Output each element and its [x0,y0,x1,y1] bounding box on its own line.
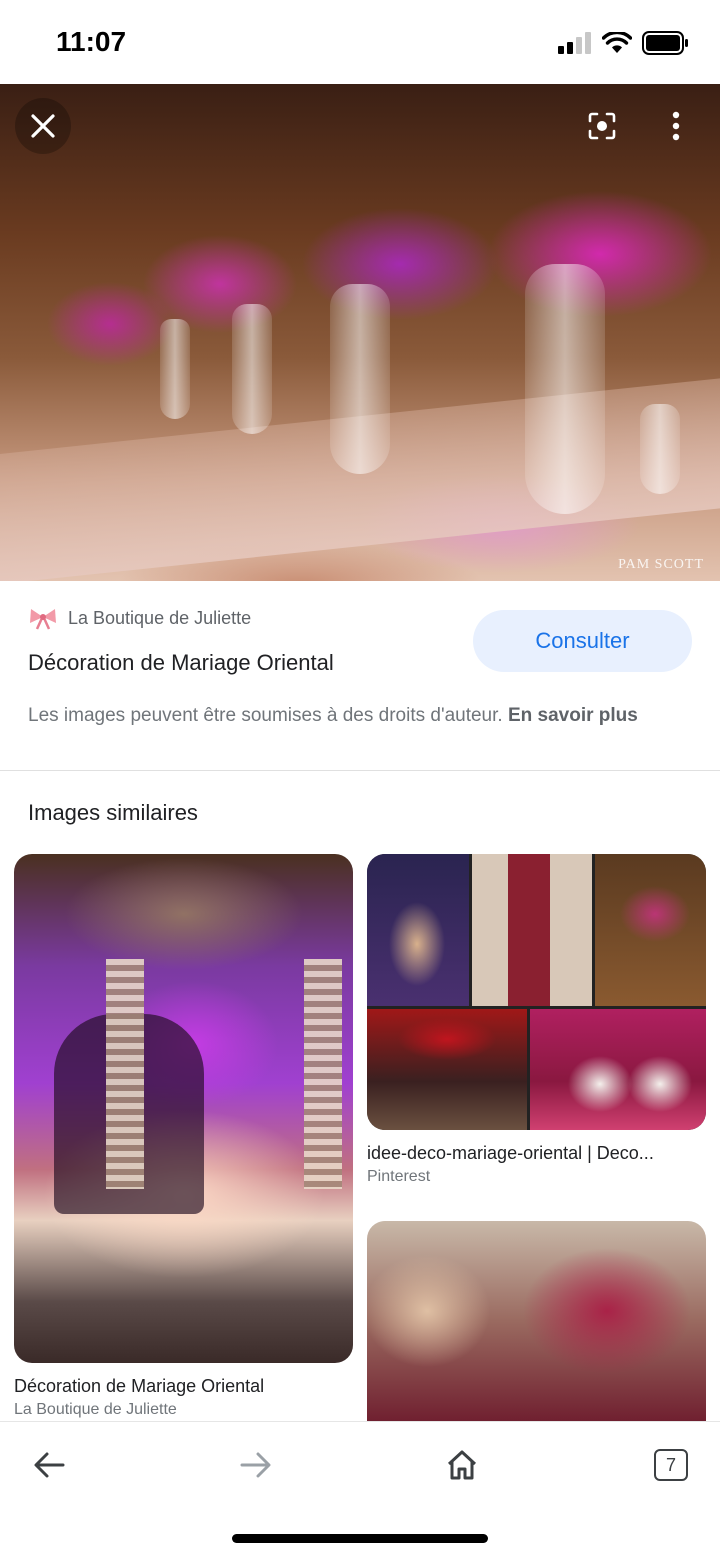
status-bar: 11:07 [0,0,720,84]
home-indicator[interactable] [232,1534,488,1543]
similar-image-2[interactable] [367,854,706,1130]
collage-tile [367,854,469,1006]
image-pillar [106,959,144,1189]
back-arrow-icon [34,1452,65,1478]
wifi-icon [602,32,632,53]
image-vase [330,284,390,474]
collage-tile [530,1009,706,1130]
image-vase [232,304,272,434]
copyright-text: Les images peuvent être soumises à des d… [28,705,508,726]
forward-arrow-icon [240,1452,271,1478]
forward-button[interactable] [226,1440,286,1490]
tab-count: 7 [665,1454,676,1475]
similar-title-2[interactable]: idee-deco-mariage-oriental | Deco... [367,1143,697,1164]
collage-tile [595,854,706,1006]
divider [0,770,720,771]
similar-source-2: Pinterest [367,1168,431,1185]
visit-button[interactable]: Consulter [473,610,692,672]
main-image[interactable]: PAM SCOTT [0,84,720,581]
more-vert-icon [672,111,680,141]
section-title: Images similaires [28,800,198,825]
source-name: La Boutique de Juliette [68,607,252,628]
tabs-icon: 7 [654,1449,688,1481]
back-button[interactable] [19,1440,79,1490]
more-options-button[interactable] [648,98,704,154]
close-icon [31,114,55,138]
signal-icon [558,32,591,54]
image-vase [525,264,605,514]
lens-icon [588,112,616,140]
tabs-button[interactable]: 7 [641,1440,701,1490]
image-vase [160,319,190,419]
similar-image-3[interactable] [367,1221,706,1421]
bow-favicon-icon [30,609,56,630]
image-watermark: PAM SCOTT [618,557,704,572]
similar-image-1[interactable] [14,854,353,1363]
copyright-notice: Les images peuvent être soumises à des d… [28,702,698,730]
battery-icon [642,31,688,55]
home-button[interactable] [432,1440,492,1490]
image-title[interactable]: Décoration de Mariage Oriental [28,650,334,676]
lens-button[interactable] [574,98,630,154]
home-icon [447,1450,477,1480]
image-pillar [304,959,342,1189]
source-row[interactable]: La Boutique de Juliette [28,606,251,630]
learn-more-link[interactable]: En savoir plus [508,705,638,726]
collage-tile [367,1009,527,1130]
similar-source-1: La Boutique de Juliette [14,1401,177,1418]
image-vase [640,404,680,494]
close-button[interactable] [15,98,71,154]
similar-title-1[interactable]: Décoration de Mariage Oriental [14,1376,353,1397]
collage-tile [472,854,592,1006]
status-icons [558,30,690,56]
status-time: 11:07 [56,26,127,57]
